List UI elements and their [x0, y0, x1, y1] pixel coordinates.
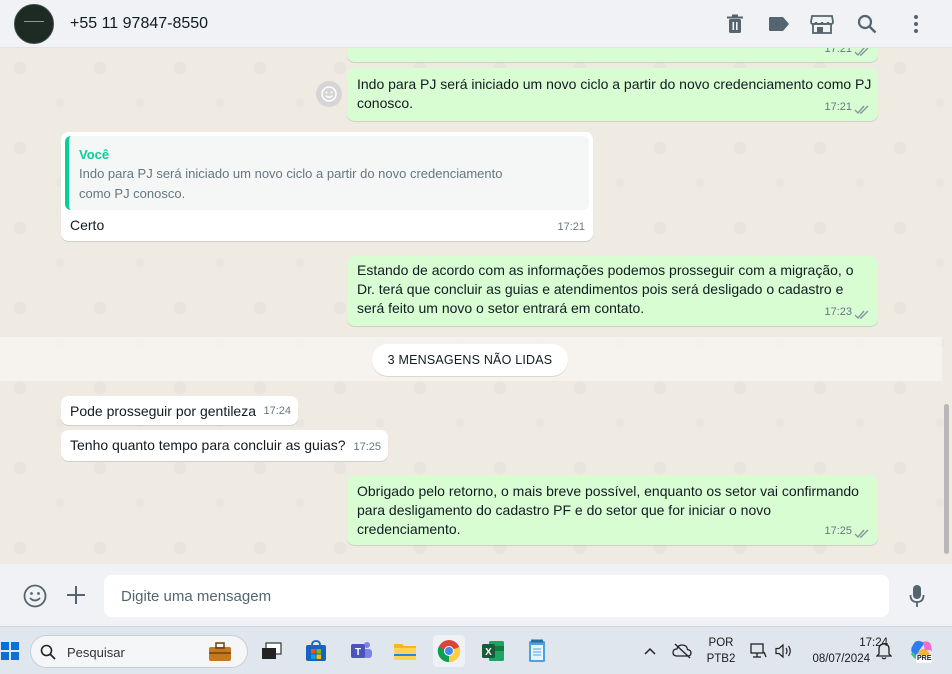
- keyboard-layout[interactable]: PTB2: [702, 653, 740, 665]
- notification-bell-icon[interactable]: [870, 635, 898, 667]
- trash-icon[interactable]: [723, 12, 747, 36]
- search-icon[interactable]: [855, 12, 879, 36]
- quoted-author: Você: [79, 147, 110, 162]
- message-bubble-incoming[interactable]: Tenho quanto tempo para concluir as guia…: [61, 430, 388, 461]
- search-placeholder: Pesquisar: [67, 645, 125, 660]
- store-icon[interactable]: [810, 12, 834, 36]
- network-icon[interactable]: [746, 635, 770, 667]
- message-time: 17:24: [263, 405, 291, 417]
- attach-plus-icon[interactable]: [64, 583, 88, 607]
- contact-name[interactable]: +55 11 97847-8550: [70, 15, 208, 33]
- menu-dots-icon[interactable]: [904, 12, 928, 36]
- message-time: 17:21: [557, 221, 585, 233]
- excel-icon[interactable]: X: [477, 635, 509, 667]
- read-ticks-icon: [854, 105, 869, 115]
- read-ticks-icon: [854, 529, 869, 539]
- notepad-icon[interactable]: [521, 635, 553, 667]
- copilot-icon[interactable]: PRE: [905, 635, 939, 667]
- message-bubble-outgoing[interactable]: Indo para PJ será iniciado um novo ciclo…: [347, 68, 878, 121]
- message-input[interactable]: [104, 575, 889, 617]
- chrome-icon[interactable]: [433, 635, 465, 667]
- message-time: 17:21: [824, 48, 852, 55]
- contact-avatar[interactable]: [14, 4, 54, 44]
- windows-taskbar: Pesquisar T X POR PTB2 17:24 08/07/2024: [0, 626, 952, 674]
- chat-area[interactable]: 17:21 Indo para PJ será iniciado um novo…: [0, 48, 952, 564]
- language-code[interactable]: POR: [702, 637, 740, 649]
- emoji-reaction-icon[interactable]: [316, 81, 342, 107]
- emoji-icon[interactable]: [22, 583, 48, 609]
- message-text: Indo para PJ será iniciado um novo ciclo…: [357, 76, 872, 111]
- message-text: Certo: [70, 217, 105, 233]
- windows-start-icon[interactable]: [0, 635, 26, 667]
- read-ticks-icon: [854, 310, 869, 320]
- microphone-icon[interactable]: [906, 583, 928, 609]
- label-icon[interactable]: [767, 12, 791, 36]
- message-bubble-outgoing[interactable]: Estando de acordo com as informações pod…: [347, 256, 878, 326]
- read-ticks-icon: [854, 48, 869, 57]
- cloud-offline-icon[interactable]: [667, 635, 697, 667]
- chat-header: +55 11 97847-8550: [0, 0, 952, 48]
- search-icon: [40, 644, 56, 660]
- message-text: Estando de acordo com as informações pod…: [357, 262, 854, 316]
- message-time: 17:25: [353, 441, 381, 453]
- message-bubble-outgoing[interactable]: Obrigado pelo retorno, o mais breve poss…: [347, 475, 878, 545]
- svg-text:T: T: [355, 647, 361, 658]
- message-time: 17:23: [824, 306, 852, 318]
- message-bubble-incoming[interactable]: Pode prosseguir por gentileza 17:24: [61, 396, 298, 425]
- task-view-icon[interactable]: [256, 635, 288, 667]
- quoted-text: Indo para PJ será iniciado um novo ciclo…: [79, 166, 503, 201]
- clock-date[interactable]: 08/07/2024: [800, 653, 870, 665]
- svg-text:X: X: [485, 647, 492, 658]
- quoted-message[interactable]: Você Indo para PJ será iniciado um novo …: [65, 136, 589, 210]
- chat-scrollbar[interactable]: [944, 404, 949, 554]
- message-text: Pode prosseguir por gentileza: [70, 403, 257, 419]
- message-bubble-incoming[interactable]: Você Indo para PJ será iniciado um novo …: [61, 132, 593, 241]
- chevron-up-icon[interactable]: [636, 635, 664, 667]
- message-composer: [0, 564, 952, 626]
- briefcase-icon: [209, 642, 231, 661]
- file-explorer-icon[interactable]: [389, 635, 421, 667]
- taskbar-search-box[interactable]: Pesquisar: [30, 635, 248, 668]
- message-time: 17:21: [824, 101, 852, 113]
- microsoft-store-icon[interactable]: [300, 635, 332, 667]
- preview-badge: PRE: [916, 655, 933, 663]
- unread-messages-banner: 3 MENSAGENS NÃO LIDAS: [372, 344, 568, 376]
- teams-icon[interactable]: T: [345, 635, 377, 667]
- message-text: Tenho quanto tempo para concluir as guia…: [70, 437, 346, 453]
- message-bubble-partial[interactable]: 17:21: [347, 48, 878, 62]
- volume-icon[interactable]: [772, 635, 796, 667]
- message-text: Obrigado pelo retorno, o mais breve poss…: [357, 483, 859, 537]
- message-time: 17:25: [824, 525, 852, 537]
